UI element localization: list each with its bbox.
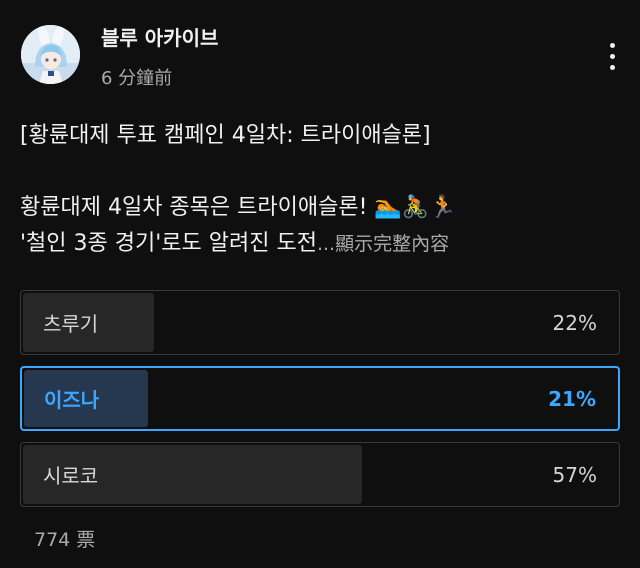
post-body: [황륜대제 투표 캠페인 4일차: 트라이애슬론] 황륜대제 4일차 종목은 트…	[20, 118, 620, 262]
post-body-text-1: 황륜대제 4일차 종목은 트라이애슬론!	[20, 195, 375, 220]
poll-option-label: 이즈나	[44, 388, 100, 412]
poll-option-percent: 22%	[552, 310, 597, 335]
community-post: 블루 아카이브 6 分鐘前 [황륜대제 투표 캠페인 4일차: 트라이애슬론] …	[0, 0, 640, 568]
avatar-illustration-icon	[21, 25, 80, 84]
poll-option-izuna[interactable]: 이즈나 21%	[20, 366, 620, 431]
post-body-text-2: '철인 3종 경기'로도 알려진 도전	[20, 231, 317, 256]
poll: 츠루기 22% 이즈나 21% 시로코 57%	[20, 290, 620, 518]
sports-emoji-icon: 🏊🚴🏃	[374, 195, 457, 220]
vertical-ellipsis-icon	[609, 53, 615, 59]
post-body-line-1: 황륜대제 4일차 종목은 트라이애슬론! 🏊🚴🏃	[20, 190, 620, 226]
poll-option-percent: 21%	[548, 386, 596, 411]
poll-option-percent: 57%	[552, 462, 597, 487]
vertical-ellipsis-icon	[609, 64, 615, 70]
channel-avatar[interactable]	[21, 25, 80, 84]
poll-option-label: 츠루기	[43, 312, 99, 336]
show-more-link[interactable]: ...顯示完整內容	[317, 233, 449, 255]
poll-option-tsurugi[interactable]: 츠루기 22%	[20, 290, 620, 355]
post-timestamp[interactable]: 6 分鐘前	[101, 64, 172, 90]
more-actions-button[interactable]	[596, 36, 628, 76]
poll-option-shiroko[interactable]: 시로코 57%	[20, 442, 620, 507]
poll-option-label: 시로코	[43, 464, 99, 488]
poll-vote-count: 774 票	[34, 529, 96, 551]
post-body-line-2: '철인 3종 경기'로도 알려진 도전...顯示完整內容	[20, 226, 620, 262]
vertical-ellipsis-icon	[609, 42, 615, 48]
channel-name[interactable]: 블루 아카이브	[101, 22, 218, 51]
post-title-line: [황륜대제 투표 캠페인 4일차: 트라이애슬론]	[20, 123, 431, 148]
